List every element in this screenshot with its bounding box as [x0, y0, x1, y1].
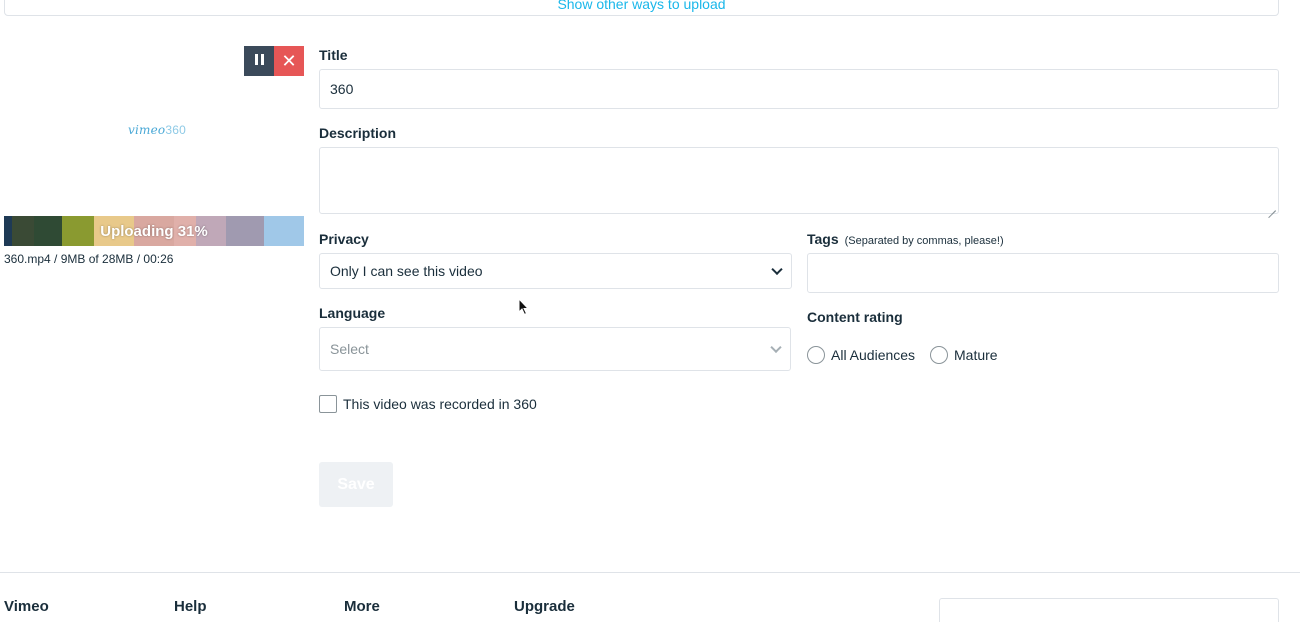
- tags-hint: (Separated by commas, please!): [844, 235, 1004, 247]
- rating-all-audiences-radio[interactable]: All Audiences: [807, 346, 915, 364]
- title-value: 360: [330, 81, 354, 97]
- chevron-down-icon: [770, 341, 782, 354]
- privacy-label: Privacy: [319, 231, 369, 247]
- recorded-360-label: This video was recorded in 360: [343, 396, 537, 412]
- upload-status-label: Uploading 31%: [100, 222, 208, 240]
- title-label: Title: [319, 47, 348, 63]
- language-select[interactable]: Select: [319, 327, 791, 371]
- close-icon: ✕: [281, 50, 297, 71]
- tags-input[interactable]: [807, 253, 1279, 293]
- footer-heading-upgrade: Upgrade: [514, 598, 575, 615]
- rating-mature-radio[interactable]: Mature: [930, 346, 998, 364]
- pause-upload-button[interactable]: [244, 46, 274, 76]
- upload-options-box: Show other ways to upload: [4, 0, 1279, 16]
- tags-label: Tags (Separated by commas, please!): [807, 231, 1004, 247]
- recorded-360-checkbox-row[interactable]: This video was recorded in 360: [319, 395, 537, 413]
- footer-heading-help: Help: [174, 598, 207, 615]
- pause-icon: [253, 52, 265, 70]
- cancel-upload-button[interactable]: ✕: [274, 46, 304, 76]
- save-button[interactable]: Save: [319, 462, 393, 507]
- rating-option-label: Mature: [954, 347, 998, 363]
- description-textarea[interactable]: [319, 147, 1279, 214]
- file-info: 360.mp4 / 9MB of 28MB / 00:26: [4, 252, 174, 266]
- privacy-value: Only I can see this video: [330, 263, 483, 279]
- footer-language-box[interactable]: [939, 598, 1279, 622]
- description-label: Description: [319, 125, 397, 141]
- language-label: Language: [319, 305, 386, 321]
- language-placeholder: Select: [330, 341, 369, 357]
- footer-heading-vimeo: Vimeo: [4, 598, 49, 615]
- video-thumbnail-logo: vimeo360: [128, 123, 186, 137]
- chevron-down-icon: [771, 263, 783, 276]
- radio-circle[interactable]: [930, 346, 948, 364]
- content-rating-label: Content rating: [807, 309, 903, 325]
- footer-divider: [0, 572, 1300, 573]
- privacy-select[interactable]: Only I can see this video: [319, 253, 792, 289]
- show-other-ways-link[interactable]: Show other ways to upload: [5, 0, 1278, 12]
- radio-circle[interactable]: [807, 346, 825, 364]
- title-input[interactable]: 360: [319, 69, 1279, 109]
- rating-option-label: All Audiences: [831, 347, 916, 363]
- resize-grip-icon[interactable]: [1268, 203, 1276, 211]
- footer-heading-more: More: [344, 598, 380, 615]
- mouse-cursor-icon: [518, 298, 530, 316]
- recorded-360-checkbox[interactable]: [319, 395, 337, 413]
